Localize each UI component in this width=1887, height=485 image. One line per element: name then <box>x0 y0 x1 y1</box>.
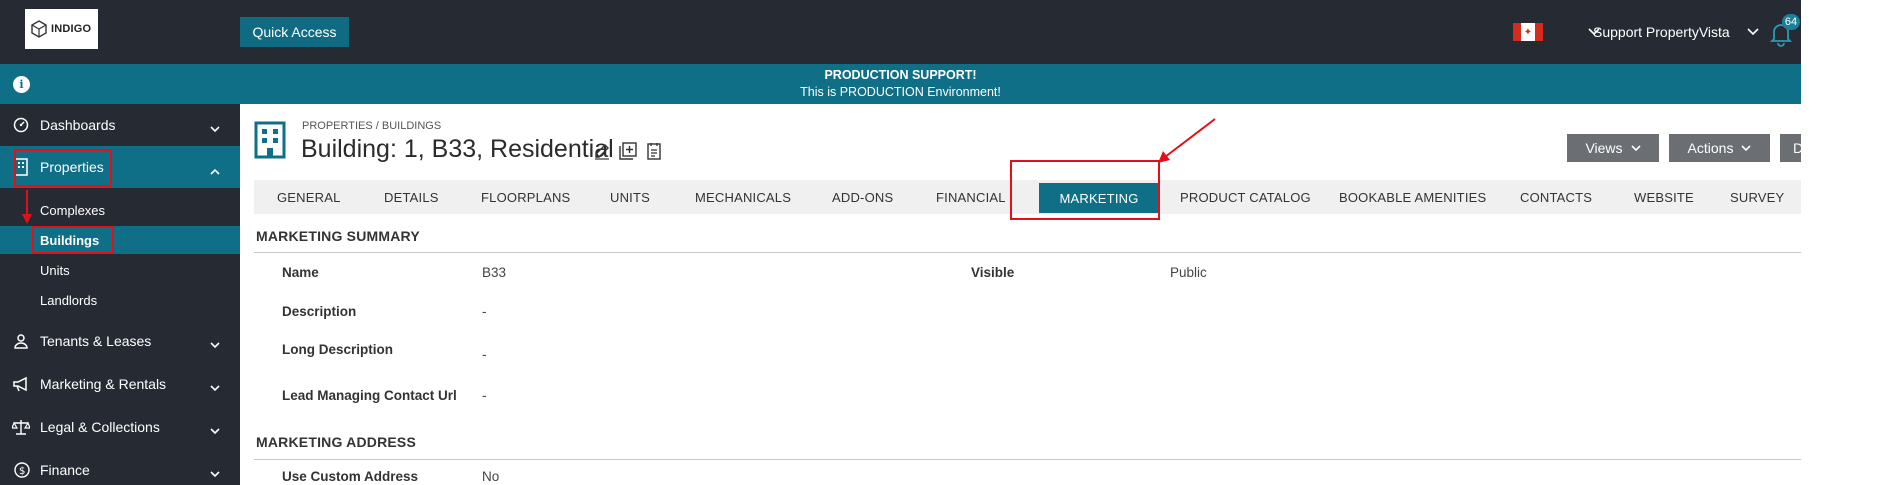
field-label-lead-url: Lead Managing Contact Url <box>282 388 457 403</box>
chevron-up-icon <box>210 162 220 178</box>
section-title-marketing-address: MARKETING ADDRESS <box>256 434 416 450</box>
field-value-description: - <box>482 304 487 319</box>
chevron-down-icon <box>210 120 220 136</box>
tab-contacts[interactable]: CONTACTS <box>1520 180 1592 214</box>
more-button[interactable]: D <box>1780 134 1801 162</box>
tab-bar: GENERAL DETAILS FLOORPLANS UNITS MECHANI… <box>254 180 1801 214</box>
duplicate-icon[interactable] <box>618 141 638 161</box>
sidebar-item-legal-collections[interactable]: Legal & Collections <box>0 406 240 448</box>
logo-cube-icon <box>31 20 47 38</box>
scales-icon <box>11 417 31 437</box>
views-button-label: Views <box>1585 140 1623 156</box>
annotation-arrow-icon <box>1158 118 1216 163</box>
tab-bookable-amenities[interactable]: BOOKABLE AMENITIES <box>1339 180 1486 214</box>
app-window: INDIGO Quick Access ✦ Support PropertyVi… <box>0 0 1801 485</box>
field-value-name: B33 <box>482 265 507 280</box>
field-label-name: Name <box>282 265 319 280</box>
field-label-use-custom-address: Use Custom Address <box>282 469 419 484</box>
tab-survey[interactable]: SURVEY <box>1730 180 1784 214</box>
sidebar-item-label: Tenants & Leases <box>40 333 152 349</box>
banner-title: PRODUCTION SUPPORT! <box>824 68 977 82</box>
user-menu[interactable]: Support PropertyVista <box>1593 24 1730 40</box>
actions-button-label: Actions <box>1687 140 1734 156</box>
breadcrumb[interactable]: PROPERTIES / BUILDINGS <box>302 120 441 132</box>
actions-button[interactable]: Actions <box>1669 134 1770 162</box>
sidebar-item-tenants-leases[interactable]: Tenants & Leases <box>0 320 240 362</box>
chevron-down-icon <box>1630 144 1641 151</box>
notification-badge: 64 <box>1782 14 1800 30</box>
field-value-use-custom-address: No <box>482 469 500 484</box>
svg-text:$: $ <box>19 466 25 477</box>
tab-marketing[interactable]: MARKETING <box>1039 183 1159 213</box>
sidebar-item-label: Legal & Collections <box>40 419 160 435</box>
sidebar-item-finance[interactable]: $ Finance <box>0 449 240 485</box>
top-bar: INDIGO Quick Access ✦ Support PropertyVi… <box>0 0 1801 64</box>
field-label-long-description: Long Description <box>282 342 393 357</box>
field-value-long-description: - <box>482 347 487 362</box>
tab-financial[interactable]: FINANCIAL <box>936 180 1006 214</box>
chevron-down-icon <box>210 336 220 352</box>
building-icon <box>11 157 31 177</box>
logo-text: INDIGO <box>51 23 92 35</box>
main-content: PROPERTIES / BUILDINGS Building: 1, B33,… <box>240 104 1801 485</box>
annotation-arrow-icon <box>22 190 32 224</box>
field-value-visible: Public <box>1170 265 1207 280</box>
tab-details[interactable]: DETAILS <box>384 180 439 214</box>
sidebar-subitem-buildings[interactable]: Buildings <box>0 226 240 254</box>
more-button-label: D <box>1793 140 1801 156</box>
sidebar-item-dashboards[interactable]: Dashboards <box>0 104 240 146</box>
sidebar-subitem-complexes[interactable]: Complexes <box>0 196 240 224</box>
app-logo[interactable]: INDIGO <box>25 9 98 49</box>
title-toolbar <box>592 141 664 161</box>
dashboard-icon <box>11 115 31 135</box>
banner-subtitle: This is PRODUCTION Environment! <box>800 85 1001 99</box>
sidebar: Dashboards Properties Complexes Building… <box>0 104 240 485</box>
canada-flag-icon[interactable]: ✦ <box>1513 23 1543 41</box>
sidebar-subitem-landlords[interactable]: Landlords <box>0 286 240 314</box>
money-icon: $ <box>11 460 31 480</box>
chevron-down-icon <box>210 422 220 438</box>
tab-floorplans[interactable]: FLOORPLANS <box>481 180 570 214</box>
tab-product-catalog[interactable]: PRODUCT CATALOG <box>1180 180 1311 214</box>
sidebar-item-label: Dashboards <box>40 117 116 133</box>
section-title-marketing-summary: MARKETING SUMMARY <box>256 228 420 244</box>
tab-mechanicals[interactable]: MECHANICALS <box>695 180 791 214</box>
info-icon[interactable]: i <box>13 76 30 93</box>
tab-website[interactable]: WEBSITE <box>1634 180 1694 214</box>
section-divider <box>254 252 1801 253</box>
tab-general[interactable]: GENERAL <box>277 180 341 214</box>
field-value-lead-url: - <box>482 388 487 403</box>
edit-pencil-icon[interactable] <box>592 141 612 161</box>
person-icon <box>11 331 31 351</box>
page-title: Building: 1, B33, Residential <box>301 135 614 163</box>
megaphone-icon <box>11 374 31 394</box>
sidebar-item-label: Properties <box>40 159 104 175</box>
chevron-down-icon <box>1741 144 1752 151</box>
chevron-down-icon <box>210 465 220 481</box>
field-label-visible: Visible <box>971 265 1015 280</box>
sidebar-item-label: Finance <box>40 462 90 478</box>
chevron-down-icon[interactable] <box>1747 28 1759 38</box>
section-divider <box>254 459 1801 460</box>
sidebar-item-marketing-rentals[interactable]: Marketing & Rentals <box>0 363 240 405</box>
tab-units[interactable]: UNITS <box>610 180 650 214</box>
quick-access-button[interactable]: Quick Access <box>240 17 349 47</box>
building-icon <box>254 121 286 159</box>
sidebar-item-label: Marketing & Rentals <box>40 376 167 392</box>
sidebar-subitem-units[interactable]: Units <box>0 256 240 284</box>
views-button[interactable]: Views <box>1567 134 1659 162</box>
chevron-down-icon <box>210 379 220 395</box>
notes-icon[interactable] <box>644 141 664 161</box>
production-banner: PRODUCTION SUPPORT! This is PRODUCTION E… <box>0 64 1801 104</box>
field-label-description: Description <box>282 304 357 319</box>
sidebar-item-properties[interactable]: Properties <box>0 146 240 188</box>
tab-add-ons[interactable]: ADD-ONS <box>832 180 893 214</box>
